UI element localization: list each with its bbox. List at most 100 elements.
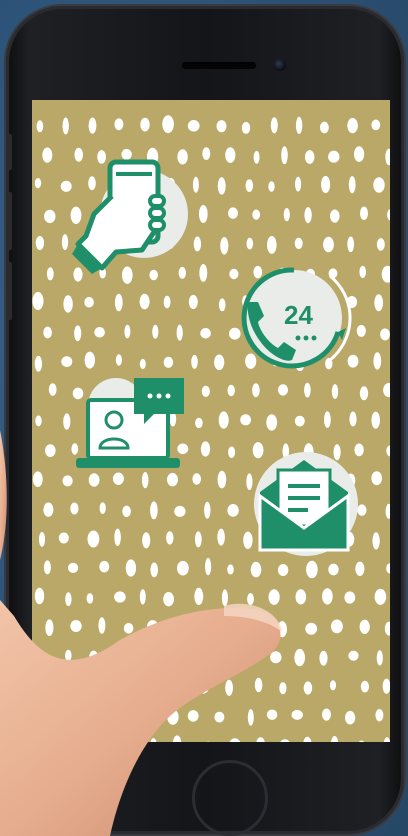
pattern-dot <box>187 710 199 722</box>
earpiece-speaker <box>182 62 256 69</box>
pattern-dot <box>267 236 277 254</box>
pattern-dot <box>330 209 340 223</box>
pattern-dot <box>88 117 97 134</box>
pattern-dot <box>167 709 179 725</box>
front-camera <box>274 59 286 71</box>
pattern-dot <box>188 294 198 310</box>
pattern-dot <box>165 647 176 665</box>
pattern-dot <box>110 647 122 665</box>
pattern-dot <box>32 292 44 310</box>
pattern-dot <box>225 147 236 163</box>
home-button[interactable] <box>192 760 268 836</box>
pattern-dot <box>220 237 229 255</box>
volume-down-button <box>6 262 12 320</box>
pattern-dot <box>150 738 157 742</box>
pattern-dot <box>217 177 226 195</box>
pattern-dot <box>191 647 201 664</box>
pattern-dot <box>270 651 282 664</box>
pattern-dot <box>84 296 94 308</box>
open-envelope-mail-icon[interactable] <box>246 446 362 558</box>
pattern-dot <box>246 237 254 250</box>
pattern-dot <box>359 265 367 279</box>
pattern-dot <box>114 293 123 312</box>
pattern-dot <box>348 650 359 661</box>
pattern-dot <box>124 739 131 742</box>
pattern-dot <box>136 706 148 724</box>
pattern-dot <box>74 679 84 696</box>
pattern-dot <box>306 560 318 579</box>
pattern-dot <box>45 444 56 457</box>
pattern-dot <box>359 619 370 634</box>
pattern-dot <box>217 528 225 546</box>
pattern-dot <box>99 560 110 573</box>
pattern-dot <box>373 352 382 370</box>
pattern-dot <box>61 234 69 251</box>
pattern-dot <box>97 679 109 694</box>
pattern-dot <box>87 530 100 548</box>
pattern-dot <box>112 472 124 485</box>
pattern-dot <box>320 121 329 134</box>
pattern-dot <box>44 679 52 692</box>
pattern-dot <box>166 531 174 545</box>
pattern-dot <box>227 564 234 575</box>
pattern-dot <box>280 739 290 742</box>
pattern-dot <box>328 563 339 576</box>
pattern-dot <box>322 588 333 605</box>
pattern-dot <box>374 588 387 605</box>
pattern-dot <box>360 680 369 693</box>
pattern-dot <box>376 650 383 666</box>
hand-holding-phone-icon[interactable] <box>72 156 190 278</box>
pattern-dot <box>195 417 203 429</box>
pattern-dot <box>214 354 225 371</box>
pattern-dot <box>372 532 380 550</box>
volume-up-button <box>6 192 12 250</box>
pattern-dot <box>122 505 131 517</box>
pattern-dot <box>177 681 185 694</box>
pattern-dot <box>359 386 369 401</box>
pattern-dot <box>38 532 46 547</box>
phone-24-hour-icon[interactable]: 24 <box>234 262 356 374</box>
video-chat-laptop-icon[interactable] <box>74 376 190 474</box>
pattern-dot <box>247 709 254 726</box>
pattern-dot <box>356 324 366 337</box>
pattern-dot <box>256 737 265 742</box>
pattern-dot <box>35 415 42 427</box>
pattern-dot <box>295 116 303 135</box>
pattern-dot <box>250 561 262 578</box>
pattern-dot <box>375 709 384 722</box>
pattern-dot <box>63 413 71 430</box>
pattern-dot <box>323 236 334 253</box>
pattern-dot <box>46 267 54 281</box>
pattern-dot <box>216 120 227 133</box>
pattern-dot <box>198 205 208 223</box>
pattern-dot <box>247 593 254 605</box>
pattern-dot <box>229 738 241 742</box>
pattern-dot <box>200 328 211 339</box>
pattern-dot <box>386 563 390 574</box>
pattern-dot <box>123 623 134 634</box>
pattern-dot <box>114 528 121 546</box>
pattern-dot <box>173 619 181 635</box>
pattern-dot <box>98 617 106 634</box>
pattern-dot <box>330 736 339 742</box>
pattern-dot <box>344 591 356 604</box>
pattern-dot <box>172 735 182 742</box>
pattern-dot <box>218 298 226 312</box>
pattern-dot <box>348 176 356 194</box>
pattern-dot <box>147 620 159 633</box>
pattern-dot <box>174 505 186 517</box>
pattern-dot <box>283 208 290 222</box>
pattern-dot <box>380 328 390 341</box>
pattern-dot <box>321 175 331 194</box>
pattern-dot <box>204 501 211 519</box>
pattern-dot <box>205 557 212 576</box>
pattern-dot <box>294 237 303 249</box>
pattern-dot <box>252 209 261 220</box>
pattern-dot <box>90 708 100 721</box>
pattern-dot <box>304 207 312 224</box>
pattern-dot <box>88 473 100 487</box>
pattern-dot <box>58 532 69 544</box>
pattern-dot <box>37 710 44 723</box>
pattern-dot <box>227 384 235 397</box>
pattern-dot <box>86 593 94 604</box>
